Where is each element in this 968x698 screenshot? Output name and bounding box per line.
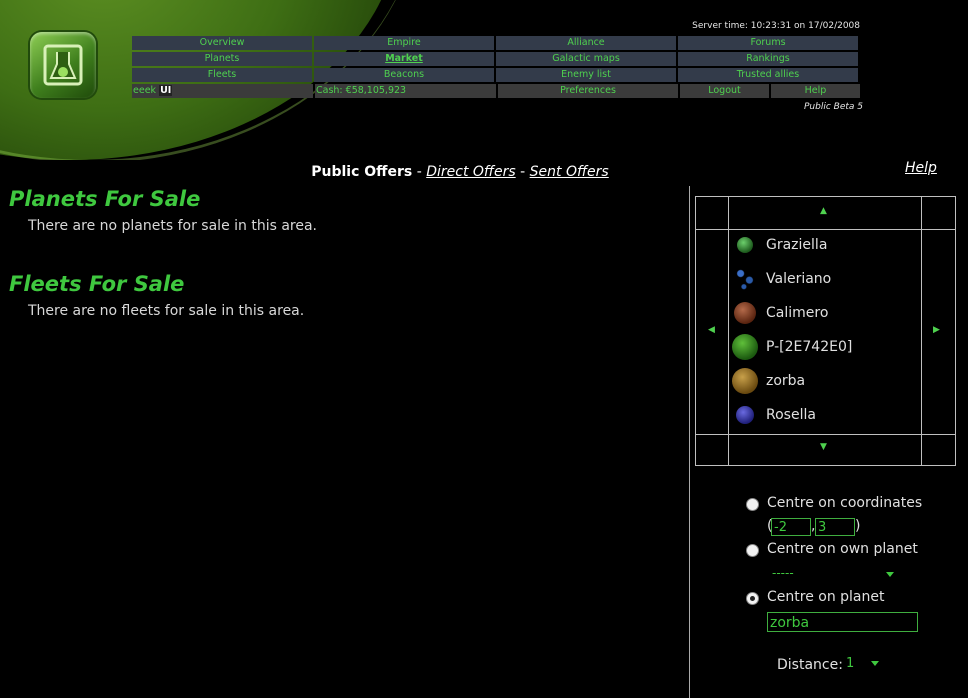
map-up-arrow-icon[interactable]: ▲	[820, 206, 827, 216]
tab-separator: -	[515, 164, 530, 180]
grid-line	[695, 196, 956, 197]
planet-orb-icon	[732, 368, 758, 394]
planet-orb-icon	[732, 334, 758, 360]
column-divider	[689, 186, 690, 698]
nav-forums[interactable]: Forums	[678, 36, 858, 50]
centre-on-planet-radio[interactable]	[746, 592, 759, 605]
coord-y-input[interactable]: 3	[815, 518, 855, 536]
nav-row-3: Fleets Beacons Enemy list Trusted allies	[132, 68, 860, 82]
planet-orb-icon	[737, 237, 753, 253]
nav-fleets[interactable]: Fleets	[132, 68, 312, 82]
nav-enemy-list[interactable]: Enemy list	[496, 68, 676, 82]
nav-overview[interactable]: Overview	[132, 36, 312, 50]
map-planet-row[interactable]: Valeriano	[734, 266, 831, 292]
grid-line	[695, 229, 956, 230]
fleets-empty-message: There are no fleets for sale in this are…	[28, 303, 305, 319]
planets-for-sale-title: Planets For Sale	[9, 187, 201, 211]
nav-row-2: Planets Market Galactic maps Rankings	[132, 52, 860, 66]
nav-galactic-maps[interactable]: Galactic maps	[496, 52, 676, 66]
own-planet-select[interactable]: -----	[772, 566, 794, 580]
map-planet-row[interactable]: zorba	[732, 368, 806, 394]
main-navigation: Overview Empire Alliance Forums Planets …	[132, 36, 860, 100]
planet-name: Graziella	[766, 237, 828, 253]
tab-direct-offers[interactable]: Direct Offers	[426, 164, 515, 180]
cash-display: Cash: €58,105,923	[315, 84, 496, 98]
grid-line	[921, 196, 922, 466]
flask-logo-icon	[43, 44, 83, 86]
nav-planets[interactable]: Planets	[132, 52, 312, 66]
coord-close-paren: )	[855, 518, 861, 534]
server-time: Server time: 10:23:31 on 17/02/2008	[692, 21, 860, 31]
tab-sent-offers[interactable]: Sent Offers	[530, 164, 609, 180]
planet-name: P-[2E742E0]	[766, 339, 853, 355]
beta-label: Public Beta 5	[804, 102, 863, 112]
coord-x-input[interactable]: -2	[771, 518, 811, 536]
game-logo[interactable]	[30, 32, 96, 98]
grid-line	[955, 196, 956, 466]
nav-row-status: eeek UI Cash: €58,105,923 Preferences Lo…	[132, 84, 860, 98]
map-left-arrow-icon[interactable]: ◀	[708, 325, 715, 335]
nav-empire[interactable]: Empire	[314, 36, 494, 50]
tab-public-offers: Public Offers	[311, 164, 413, 180]
grid-line	[695, 465, 956, 466]
nav-market[interactable]: Market	[314, 52, 494, 66]
nav-logout[interactable]: Logout	[680, 84, 769, 98]
user-name[interactable]: eeek	[133, 85, 156, 96]
centre-planet-input[interactable]: zorba	[767, 612, 918, 632]
centre-coordinates-radio[interactable]	[746, 498, 759, 511]
nav-beacons[interactable]: Beacons	[314, 68, 494, 82]
nav-trusted-allies[interactable]: Trusted allies	[678, 68, 858, 82]
grid-line	[728, 196, 729, 466]
nav-preferences[interactable]: Preferences	[498, 84, 678, 98]
planet-orb-icon	[734, 302, 756, 324]
chevron-down-icon[interactable]	[886, 572, 894, 577]
map-right-arrow-icon[interactable]: ▶	[933, 325, 940, 335]
nav-help[interactable]: Help	[771, 84, 860, 98]
planet-orb-icon	[734, 268, 756, 290]
centre-own-planet-label: Centre on own planet	[767, 541, 918, 557]
fleets-for-sale-title: Fleets For Sale	[9, 272, 185, 296]
map-down-arrow-icon[interactable]: ▼	[820, 442, 827, 452]
offers-tabs: Public Offers - Direct Offers - Sent Off…	[250, 164, 670, 180]
planet-name: Calimero	[766, 305, 829, 321]
chevron-down-icon[interactable]	[871, 661, 879, 666]
grid-line	[695, 434, 956, 435]
nav-alliance[interactable]: Alliance	[496, 36, 676, 50]
distance-label: Distance:	[777, 657, 843, 673]
user-info: eeek UI	[132, 84, 313, 98]
map-planet-row[interactable]: Graziella	[734, 232, 827, 258]
planet-name: zorba	[766, 373, 806, 389]
ui-tag[interactable]: UI	[159, 85, 173, 96]
map-planet-row[interactable]: P-[2E742E0]	[732, 334, 853, 360]
map-planet-row[interactable]: Calimero	[734, 300, 828, 326]
map-planet-row[interactable]: Rosella	[734, 402, 816, 428]
planet-name: Rosella	[766, 407, 816, 423]
centre-coordinates-label: Centre on coordinates	[767, 495, 923, 511]
distance-select[interactable]: 1	[846, 656, 854, 671]
planets-empty-message: There are no planets for sale in this ar…	[28, 218, 318, 234]
centre-on-planet-label: Centre on planet	[767, 589, 885, 605]
planet-name: Valeriano	[766, 271, 832, 287]
nav-row-1: Overview Empire Alliance Forums	[132, 36, 860, 50]
tab-separator: -	[412, 164, 427, 180]
planet-orb-icon	[736, 406, 754, 424]
centre-own-planet-radio[interactable]	[746, 544, 759, 557]
help-link[interactable]: Help	[905, 160, 937, 176]
grid-line	[695, 196, 696, 466]
nav-rankings[interactable]: Rankings	[678, 52, 858, 66]
